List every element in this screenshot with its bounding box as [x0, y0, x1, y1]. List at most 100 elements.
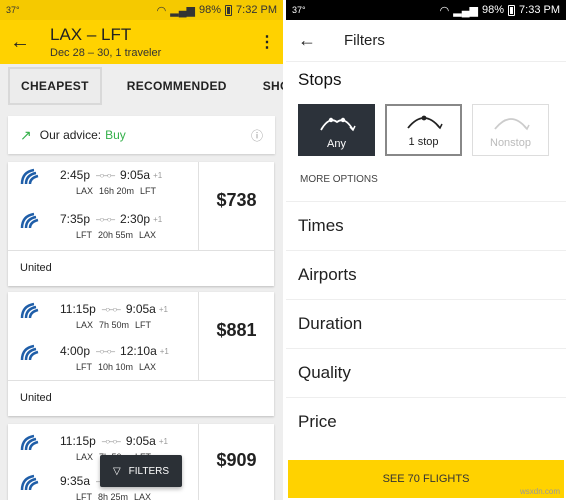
airline-name: United: [20, 392, 52, 404]
filters-button[interactable]: ▽ FILTERS: [100, 455, 182, 487]
nonstop-icon: [493, 118, 530, 131]
info-icon[interactable]: ⓘ: [251, 127, 263, 144]
route-title: LAX – LFT: [50, 25, 132, 44]
route-dots: –○–○–: [96, 170, 115, 180]
destination-code: LFT: [140, 186, 157, 196]
one-stop-icon: [406, 115, 443, 130]
temperature: 37°: [6, 5, 20, 15]
departure-time: 9:35a: [60, 474, 91, 488]
tab-shortest[interactable]: SHORTEST: [252, 69, 283, 103]
battery-level: 98%: [199, 4, 222, 16]
united-logo-icon: [20, 344, 39, 361]
temperature: 37°: [292, 5, 306, 15]
filter-section-quality[interactable]: Quality: [286, 348, 566, 397]
filter-section-airports[interactable]: Airports: [286, 250, 566, 299]
filters-screen: 37° ◠ ▂▄▆ 98% 7:33 PM ← Filters Stops An…: [286, 0, 566, 500]
outbound-leg: 2:45p –○–○– 9:05a +1 LAX 16h 20m LFT: [8, 162, 198, 208]
battery-icon: [225, 4, 233, 16]
filters-header: ← Filters: [286, 20, 566, 62]
outbound-leg: 11:15p –○–○– 9:05a+1 LAX 7h 50m LFT: [8, 296, 198, 342]
destination-code: LAX: [139, 362, 157, 372]
stop-option-label: Nonstop: [490, 137, 531, 149]
origin-code: LAX: [76, 452, 94, 462]
return-leg: 4:00p –○–○– 12:10a +1 LFT 10h 10m LAX: [8, 338, 198, 384]
app-header: ← LAX – LFT Dec 28 – 30, 1 traveler ⋮: [0, 20, 283, 64]
origin-code: LFT: [76, 230, 93, 240]
any-stops-icon: [319, 117, 356, 132]
flight-result[interactable]: 11:15p –○–○– 9:05a +1 LAX 7h 50m LFT 4:00p –○–…: [8, 292, 274, 416]
route-dots: –○–○–: [96, 346, 115, 356]
more-options-link[interactable]: MORE OPTIONS: [286, 174, 566, 185]
origin-code: LFT: [76, 362, 93, 372]
arrival-time: 2:30p: [120, 212, 151, 226]
trend-up-icon: ↗: [20, 126, 32, 143]
stop-option-one-stop[interactable]: 1 stop: [385, 104, 462, 156]
day-offset: +1: [153, 170, 163, 180]
destination-code: LAX: [134, 492, 152, 500]
signal-icon: ▂▄▆: [170, 4, 195, 17]
price: $738: [216, 190, 257, 210]
stop-option-label: 1 stop: [408, 136, 439, 148]
arrival-time: 9:05a: [125, 434, 156, 448]
united-logo-icon: [20, 168, 39, 185]
watermark: wsxdn.com: [519, 487, 560, 496]
route-dots: –○–○–: [101, 436, 121, 446]
advice-label: Our advice:: [39, 128, 102, 142]
stops-options: Any 1 stop Nonstop: [286, 104, 566, 156]
back-arrow-icon[interactable]: ←: [10, 31, 40, 54]
flight-result[interactable]: 2:45p –○–○– 9:05a +1 LAX 16h 20m LFT 7:35p –○–…: [8, 162, 274, 286]
stops-title: Stops: [298, 70, 342, 89]
day-offset: +1: [159, 346, 169, 356]
stop-option-nonstop[interactable]: Nonstop: [472, 104, 549, 156]
signal-icon: ▂▄▆: [453, 4, 478, 17]
duration: 8h 25m: [98, 492, 129, 500]
divider: [8, 380, 274, 381]
origin-code: LAX: [76, 320, 94, 330]
united-logo-icon: [20, 302, 39, 319]
arrival-time: 12:10a: [120, 344, 157, 358]
duration: 20h 55m: [98, 230, 134, 240]
page-title: Filters: [344, 32, 385, 49]
back-arrow-icon[interactable]: ←: [298, 30, 344, 51]
tab-recommended[interactable]: RECOMMENDED: [116, 69, 238, 103]
duration: 16h 20m: [99, 186, 135, 196]
return-leg: 7:35p –○–○– 2:30p +1 LFT 20h 55m LAX: [8, 206, 198, 252]
filter-section-times[interactable]: Times: [286, 201, 566, 250]
departure-time: 4:00p: [60, 344, 91, 358]
route-dots: –○–○–: [96, 214, 115, 224]
origin-code: LFT: [76, 492, 93, 500]
status-bar: 37° ◠ ▂▄▆ 98% 7:33 PM: [286, 0, 566, 20]
day-offset: +1: [153, 214, 163, 224]
filter-funnel-icon: ▽: [112, 465, 121, 477]
united-logo-icon: [20, 212, 39, 229]
duration: 10h 10m: [98, 362, 134, 372]
airline-name: United: [20, 262, 52, 274]
battery-icon: [508, 4, 516, 16]
status-bar: 37° ◠ ▂▄▆ 98% 7:32 PM: [0, 0, 283, 20]
divider: [8, 250, 274, 251]
filter-section-duration[interactable]: Duration: [286, 299, 566, 348]
more-menu-icon[interactable]: ⋮: [259, 32, 275, 52]
route-dots: –○–○–: [101, 304, 121, 314]
arrival-time: 9:05a: [125, 302, 156, 316]
stop-option-any[interactable]: Any: [298, 104, 375, 156]
trip-subtitle: Dec 28 – 30, 1 traveler: [50, 47, 162, 59]
day-offset: +1: [158, 304, 168, 314]
departure-time: 7:35p: [60, 212, 91, 226]
stop-option-label: Any: [327, 138, 346, 150]
departure-time: 11:15p: [60, 302, 96, 316]
arrival-time: 9:05a: [120, 168, 151, 182]
departure-time: 11:15p: [60, 434, 96, 448]
price-advice[interactable]: ↗ Our advice: Buy ⓘ: [8, 116, 275, 154]
filter-section-price[interactable]: Price: [286, 397, 566, 446]
sort-tabs: CHEAPEST RECOMMENDED SHORTEST: [0, 64, 283, 108]
clock: 7:32 PM: [236, 4, 277, 16]
filters-label: FILTERS: [128, 465, 170, 477]
price: $881: [216, 320, 257, 340]
united-logo-icon: [20, 474, 39, 491]
departure-time: 2:45p: [60, 168, 91, 182]
day-offset: +1: [158, 436, 168, 446]
destination-code: LAX: [139, 230, 157, 240]
wifi-icon: ◠: [156, 4, 167, 17]
tab-cheapest[interactable]: CHEAPEST: [8, 67, 102, 105]
